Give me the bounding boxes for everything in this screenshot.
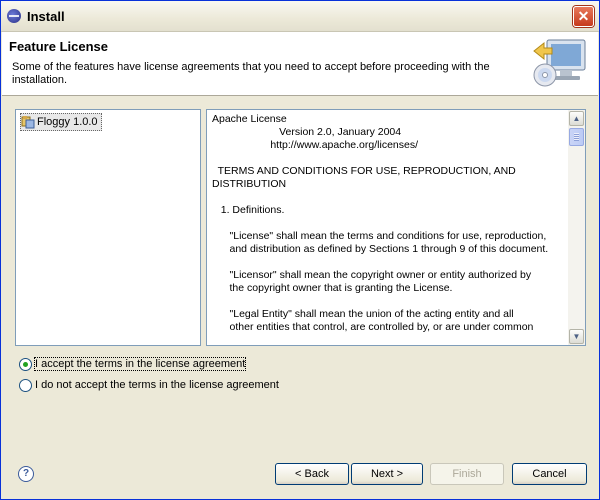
feature-label: Floggy 1.0.0	[37, 116, 98, 128]
accept-radio[interactable]	[19, 357, 32, 371]
feature-icon	[21, 116, 35, 129]
install-dialog: Install ✕ Feature License Some of the fe…	[0, 0, 600, 500]
decline-radio[interactable]	[19, 378, 32, 392]
window-title: Install	[27, 9, 65, 24]
eclipse-icon	[7, 9, 21, 23]
close-button[interactable]: ✕	[573, 6, 594, 27]
finish-button[interactable]: Finish	[430, 463, 504, 485]
feature-item-floggy[interactable]: Floggy 1.0.0	[20, 113, 102, 131]
license-text-area[interactable]: Apache License Version 2.0, January 2004…	[206, 109, 586, 346]
next-button[interactable]: Next >	[351, 463, 423, 485]
page-title: Feature License	[9, 39, 108, 54]
back-button[interactable]: < Back	[275, 463, 349, 485]
accept-label[interactable]: I accept the terms in the license agreem…	[33, 357, 247, 371]
decline-label[interactable]: I do not accept the terms in the license…	[35, 379, 279, 391]
install-monitor-cd-icon	[533, 39, 586, 87]
feature-list[interactable]: Floggy 1.0.0	[15, 109, 201, 346]
decline-option[interactable]: I do not accept the terms in the license…	[19, 377, 279, 393]
license-scrollbar[interactable]: ▲ ▼	[568, 110, 585, 345]
page-description: Some of the features have license agreem…	[12, 61, 490, 86]
license-text: Apache License Version 2.0, January 2004…	[212, 113, 549, 333]
scroll-up-icon[interactable]: ▲	[569, 111, 584, 126]
title-bar[interactable]: Install ✕	[1, 1, 599, 32]
cancel-button[interactable]: Cancel	[512, 463, 587, 485]
accept-option[interactable]: I accept the terms in the license agreem…	[19, 356, 247, 372]
scroll-down-icon[interactable]: ▼	[569, 329, 584, 344]
help-icon[interactable]: ?	[18, 466, 34, 482]
wizard-header: Feature License Some of the features hav…	[2, 32, 598, 96]
scroll-thumb[interactable]	[569, 128, 584, 146]
